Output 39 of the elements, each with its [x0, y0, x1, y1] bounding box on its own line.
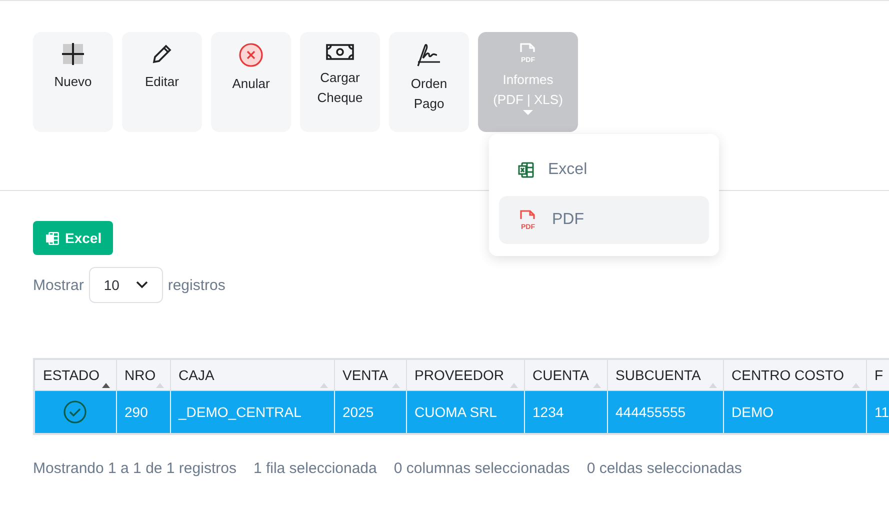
spreadsheet-icon [517, 161, 535, 179]
toolbar-button[interactable]: Cargar Cheque [300, 32, 380, 132]
banknote-icon [325, 42, 355, 62]
chevron-down-icon [136, 281, 148, 289]
column-header[interactable]: F [866, 359, 889, 390]
column-header[interactable]: CUENTA [524, 359, 607, 390]
column-header[interactable]: SUBCUENTA [607, 359, 723, 390]
records-label: registros [168, 276, 226, 294]
table-cell: 11 [866, 390, 889, 434]
column-header[interactable]: VENTA [334, 359, 406, 390]
page-length-select[interactable]: 10 [88, 267, 163, 303]
table-info-text: 0 celdas seleccionadas [586, 460, 742, 477]
status-cell[interactable] [34, 390, 116, 434]
table-info-text: 0 columnas seleccionadas [394, 460, 570, 477]
table-cell: 290 [116, 390, 170, 434]
toolbar-button[interactable]: Editar [122, 32, 202, 132]
table-info-text: 1 fila seleccionada [253, 460, 377, 477]
table-cell: DEMO [723, 390, 866, 434]
table-cell: _DEMO_CENTRAL [170, 390, 334, 434]
table-info-text: Mostrando 1 a 1 de 1 registros [33, 460, 236, 477]
plus-icon [61, 42, 85, 66]
signature-icon [415, 42, 443, 68]
menu-item[interactable]: Excel [499, 146, 709, 194]
column-header[interactable]: PROVEEDOR [406, 359, 524, 390]
table-cell: 444455555 [607, 390, 723, 434]
column-header[interactable]: ESTADO [34, 359, 116, 390]
spreadsheet-icon [45, 230, 60, 246]
table-cell: CUOMA SRL [406, 390, 524, 434]
pencil-icon [150, 42, 174, 66]
column-header[interactable]: CAJA [170, 359, 334, 390]
table-cell: 1234 [524, 390, 607, 434]
column-header[interactable]: NRO [116, 359, 170, 390]
column-header[interactable]: CENTRO COSTO [723, 359, 866, 390]
toolbar-button[interactable]: Anular [211, 32, 291, 132]
cancel-icon [238, 42, 264, 68]
show-label: Mostrar [33, 276, 84, 294]
toolbar-button[interactable]: Orden Pago [389, 32, 469, 132]
toolbar-button[interactable]: Nuevo [33, 32, 113, 132]
table-cell: 2025 [334, 390, 406, 434]
